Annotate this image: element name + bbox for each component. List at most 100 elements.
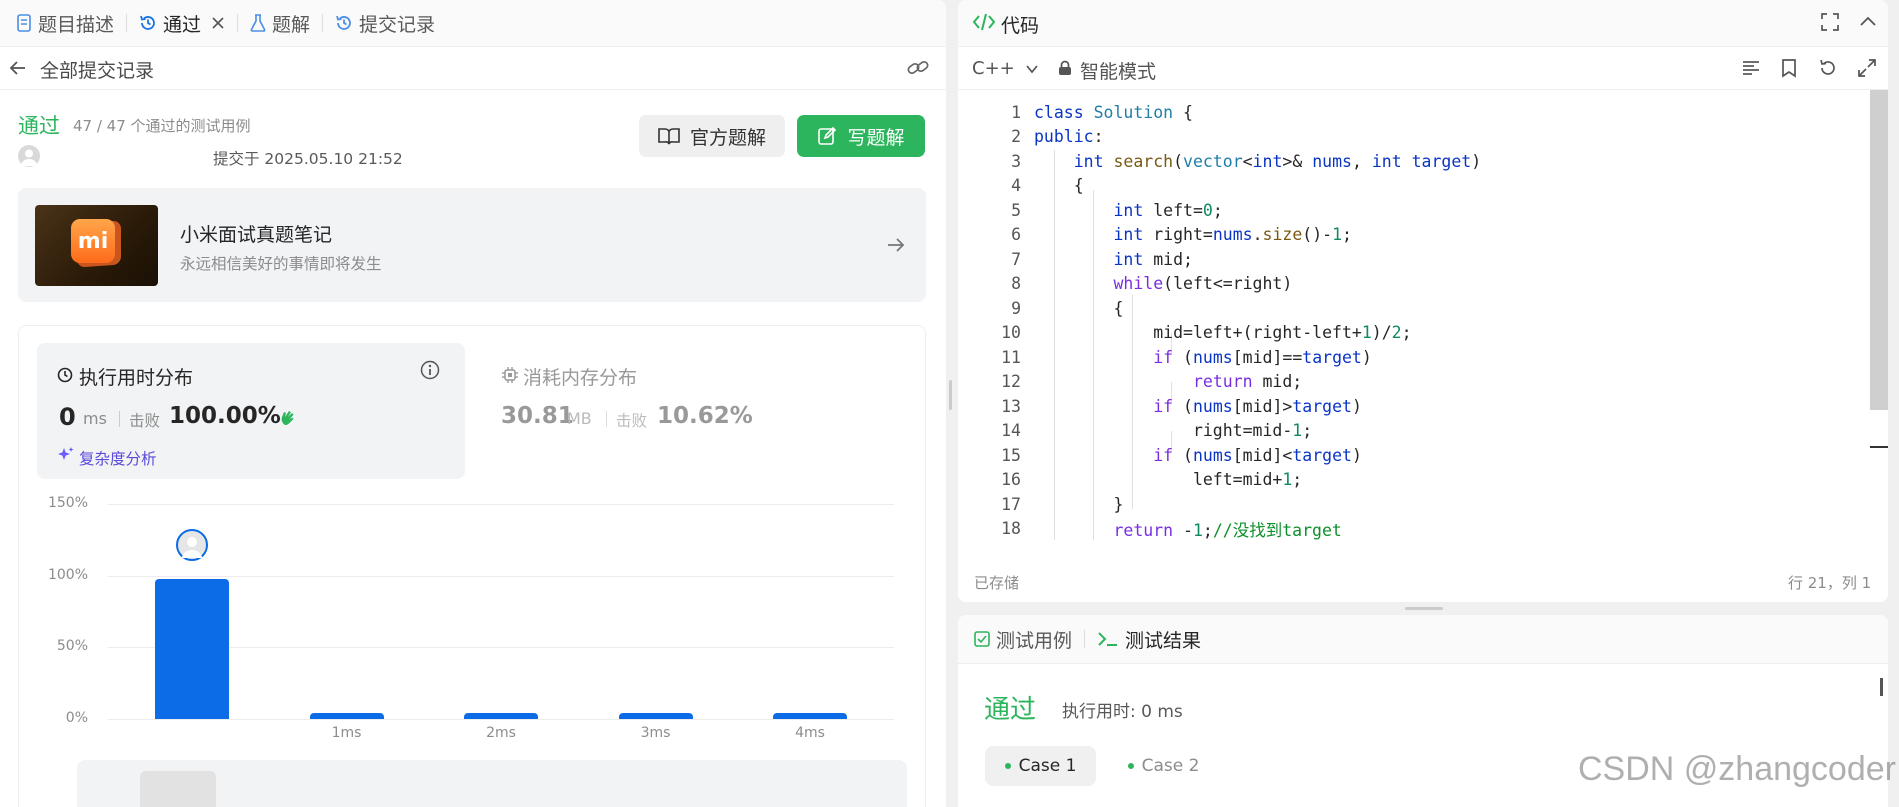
chart-bar[interactable] [618,713,693,719]
left-tabbar: 题目描述 通过 题解 提交记录 [0,0,946,47]
code-line: 5 int left=0; [958,198,1223,223]
button-label: 写题解 [847,126,905,149]
line-number: 1 [1011,102,1021,122]
line-number: 13 [1001,396,1021,416]
expand-icon[interactable] [1857,58,1877,78]
result-runtime: 执行用时: 0 ms [1062,702,1183,722]
editor-scrollbar[interactable] [1870,90,1888,410]
document-icon [16,14,32,32]
tab-submissions[interactable]: 提交记录 [335,10,435,37]
case-label: Case 2 [1141,756,1200,776]
tab-description[interactable]: 题目描述 [16,10,114,37]
case-label: Case 1 [1018,756,1077,776]
chart-bar[interactable] [773,713,847,719]
code-line: 6 int right=nums.size()-1; [958,223,1352,248]
avatar [18,145,40,167]
line-number: 15 [1001,445,1021,465]
code-area[interactable]: 1 class Solution { 2 public: 3 int search(… [958,100,1868,540]
tab-accepted[interactable]: 通过 [139,10,225,37]
submission-status: 通过 [18,114,60,138]
editor-title: 代码 [1001,15,1040,37]
clap-icon [279,407,299,427]
horizontal-resize-handle[interactable] [1405,607,1443,610]
memory-box[interactable]: 消耗内存分布 30.81 MB 击败 10.62% [481,343,901,479]
write-solution-button[interactable]: 写题解 [797,115,925,157]
button-label: 官方题解 [689,126,766,149]
language-select[interactable]: C++ [972,58,1039,79]
book-icon [658,127,680,145]
close-icon[interactable] [211,16,225,30]
code-line: 15 if (nums[mid]<target) [958,443,1362,468]
line-number: 6 [1011,225,1021,245]
chevron-down-icon [1025,62,1039,76]
case-1-tab[interactable]: Case 1 [985,746,1096,786]
promo-image: mi [35,205,158,286]
chevron-up-icon[interactable] [1858,12,1878,32]
chart-bar[interactable] [464,713,538,719]
tab-test-result[interactable]: 测试结果 [1097,626,1201,653]
code-line: 2 public: [958,125,1103,150]
chart-bar[interactable] [155,578,229,719]
cursor-position: 行 21，列 1 [1788,574,1872,592]
code-line: 18 return -1;//没找到target [958,517,1342,541]
chip-icon [501,366,519,384]
x-tick-label: 3ms [640,725,671,741]
tab-testcase[interactable]: 测试用例 [974,626,1072,653]
line-number: 2 [1011,127,1021,147]
scroll-marker [1870,446,1888,448]
chart-bar[interactable] [309,713,384,719]
line-number: 17 [1001,494,1021,514]
result-status: 通过 [984,695,1037,725]
official-solution-button[interactable]: 官方题解 [639,115,785,157]
bookmark-icon[interactable] [1780,58,1798,78]
code-line: 11 if (nums[mid]==target) [958,345,1372,370]
editor-tabbar: 代码 [958,0,1888,47]
code-icon [972,12,996,32]
line-number: 8 [1011,274,1021,294]
promo-title: 小米面试真题笔记 [180,224,333,246]
code-editor-panel: 代码 C++ 智能模式 1 class Solution {2 public:… [958,0,1888,602]
back-link[interactable]: 全部提交记录 [40,56,154,83]
fullscreen-icon[interactable] [1820,12,1840,32]
back-arrow-icon[interactable] [8,58,28,78]
line-number: 12 [1001,372,1021,392]
submission-header: 全部提交记录 [0,47,946,90]
editor-mode[interactable]: 智能模式 [1080,57,1156,84]
promo-subtitle: 永远相信美好的事情即将发生 [180,255,382,273]
runtime-distribution-chart: 0% 50% 100% 150% 1ms 2ms 3ms 4ms [0,480,946,750]
vertical-resize-handle[interactable] [949,380,952,410]
tab-label: 题目描述 [38,13,115,36]
reset-icon[interactable] [1818,58,1838,78]
line-number: 4 [1011,176,1021,196]
tab-label: 通过 [163,13,202,36]
format-icon[interactable] [1741,58,1761,78]
submitted-time: 提交于 2025.05.10 21:52 [213,150,403,168]
case-2-tab[interactable]: Case 2 [1108,746,1219,786]
complexity-analysis-link[interactable]: 复杂度分析 [79,447,157,469]
info-icon[interactable] [420,360,440,380]
link-icon[interactable] [906,57,930,79]
promo-card[interactable]: mi 小米面试真题笔记 永远相信美好的事情即将发生 [18,188,926,302]
code-line: 1 class Solution { [958,100,1193,125]
code-line: 8 while(left<=right) [958,272,1292,297]
result-scrollbar[interactable] [1880,678,1883,696]
testcase-summary: 47 / 47 个通过的测试用例 [73,117,251,135]
x-tick-label: 1ms [331,725,362,741]
terminal-icon [1097,630,1119,648]
code-line: 13 if (nums[mid]>target) [958,394,1362,419]
checkbox-icon [974,631,990,647]
runtime-box[interactable]: 执行用时分布 0 ms 击败 100.00% 复杂度分析 [37,343,465,479]
runtime-unit: ms [83,409,107,428]
code-line: 7 int mid; [958,247,1193,272]
line-number: 7 [1011,249,1021,269]
xiaomi-logo: mi [71,219,115,263]
submission-panel: 题目描述 通过 题解 提交记录 全部提交记录 通过 47 / 47 个通过的测试… [0,0,946,807]
y-tick-label: 50% [56,638,88,655]
y-tick-label: 100% [47,566,88,583]
arrow-right-icon[interactable] [886,235,906,255]
tab-solutions[interactable]: 题解 [250,10,310,37]
code-line: 14 right=mid-1; [958,419,1312,444]
editor-toolbar: C++ 智能模式 [958,47,1888,90]
memory-value: 30.81 [501,403,574,429]
tab-label: 测试结果 [1125,629,1202,652]
